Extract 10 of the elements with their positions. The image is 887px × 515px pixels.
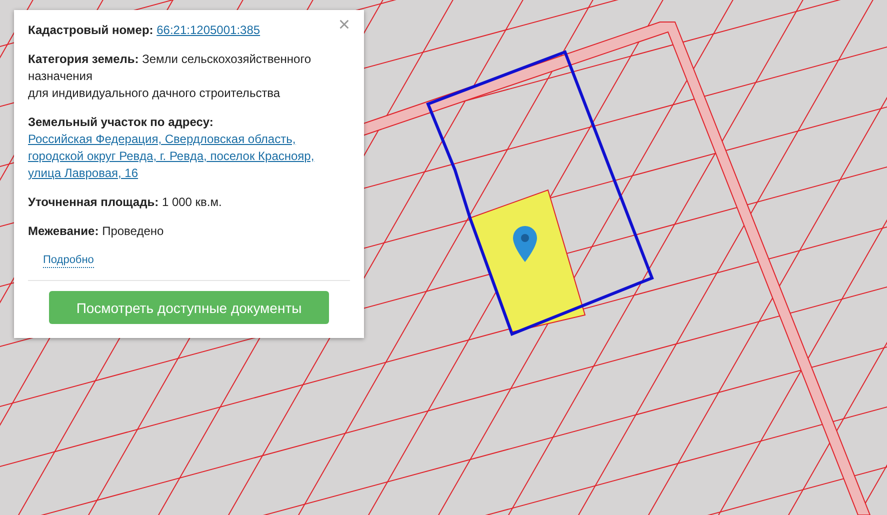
details-link[interactable]: Подробно: [43, 254, 94, 268]
cadastral-number-link[interactable]: 66:21:1205001:385: [156, 23, 260, 37]
info-field: Категория земель: Земли сельскохозяйственного назначения для индивидуального дачного строительства: [28, 51, 324, 102]
field-label: Земельный участок по адресу:: [28, 115, 214, 129]
address-link[interactable]: Российская Федерация, Свердловская область, городской округ Ревда, г. Ревда, поселок Краснояр, улица Лавровая, 16: [28, 131, 324, 182]
field-label: Кадастровый номер:: [28, 23, 154, 37]
map-pin-icon: [513, 226, 537, 262]
info-field: Межевание: Проведено: [28, 223, 324, 240]
close-button[interactable]: ×: [334, 14, 354, 36]
info-field: Уточненная площадь: 1 000 кв.м.: [28, 194, 324, 211]
